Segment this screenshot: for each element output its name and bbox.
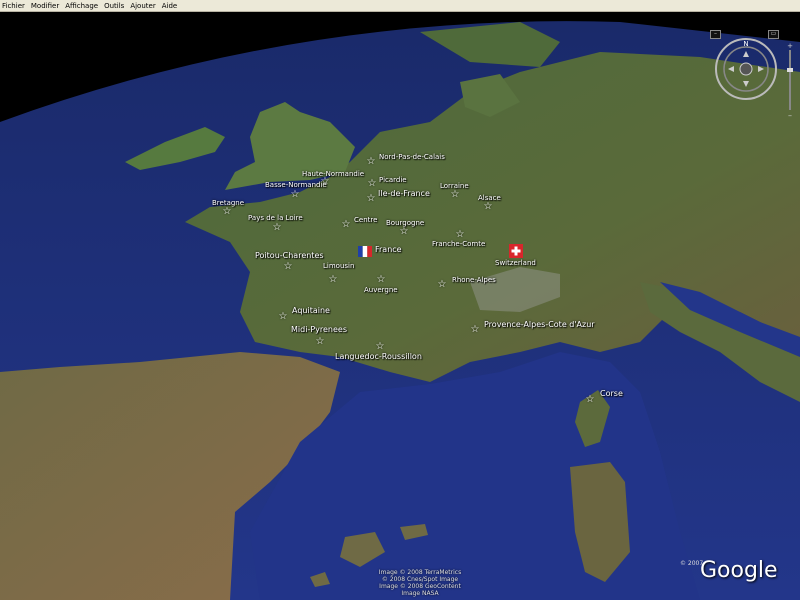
region-label[interactable]: Provence-Alpes-Cote d'Azur: [484, 320, 595, 329]
menu-ajouter[interactable]: Ajouter: [130, 2, 155, 10]
region-label[interactable]: Lorraine: [440, 182, 469, 190]
earth-viewport[interactable]: ☆ Nord-Pas-de-Calais ☆ Haute-Normandie ☆…: [0, 12, 800, 600]
attribution-line: Image © 2008 GeoContent: [379, 583, 461, 590]
star-marker-icon[interactable]: ☆: [375, 342, 385, 352]
region-label[interactable]: Haute-Normandie: [302, 170, 364, 178]
region-label[interactable]: Poitou-Charentes: [255, 251, 324, 260]
menu-outils[interactable]: Outils: [104, 2, 124, 10]
country-label-france[interactable]: France: [375, 245, 402, 254]
star-marker-icon[interactable]: ☆: [290, 190, 300, 200]
country-label-switzerland[interactable]: Switzerland: [495, 259, 536, 267]
star-marker-icon[interactable]: ☆: [455, 230, 465, 240]
star-marker-icon[interactable]: ☆: [366, 194, 376, 204]
star-marker-icon[interactable]: ☆: [328, 275, 338, 285]
menu-modifier[interactable]: Modifier: [31, 2, 59, 10]
region-label[interactable]: Basse-Normandie: [265, 181, 327, 189]
star-marker-icon[interactable]: ☆: [399, 227, 409, 237]
attribution-line: Image © 2008 TerraMetrics: [378, 569, 462, 576]
svg-text:–: –: [788, 111, 792, 118]
star-marker-icon[interactable]: ☆: [585, 395, 595, 405]
region-label[interactable]: Pays de la Loire: [248, 214, 303, 222]
star-marker-icon[interactable]: ☆: [450, 190, 460, 200]
star-marker-icon[interactable]: ☆: [470, 325, 480, 335]
star-marker-icon[interactable]: ☆: [376, 275, 386, 285]
region-label[interactable]: Alsace: [478, 194, 501, 202]
region-label[interactable]: Bourgogne: [386, 219, 424, 227]
region-label[interactable]: Corse: [600, 389, 623, 398]
star-marker-icon[interactable]: ☆: [222, 207, 232, 217]
region-label[interactable]: Ile-de-France: [378, 189, 430, 198]
google-logo: Google: [700, 558, 778, 583]
star-marker-icon[interactable]: ☆: [483, 202, 493, 212]
region-label[interactable]: Limousin: [323, 262, 354, 270]
region-label[interactable]: Picardie: [379, 176, 407, 184]
region-label[interactable]: Nord-Pas-de-Calais: [379, 153, 445, 161]
region-label[interactable]: Auvergne: [364, 286, 398, 294]
zoom-slider-icon[interactable]: + –: [786, 42, 794, 118]
star-marker-icon[interactable]: ☆: [367, 179, 377, 189]
region-label[interactable]: Aquitaine: [292, 306, 330, 315]
satellite-map[interactable]: [0, 12, 800, 600]
france-flag-icon[interactable]: [358, 246, 372, 257]
menu-aide[interactable]: Aide: [162, 2, 177, 10]
star-marker-icon[interactable]: ☆: [341, 220, 351, 230]
star-marker-icon[interactable]: ☆: [315, 337, 325, 347]
svg-text:N: N: [743, 40, 748, 48]
attribution-line: Image NASA: [401, 590, 439, 597]
navigation-compass-icon[interactable]: N: [714, 37, 778, 101]
star-marker-icon[interactable]: ☆: [283, 262, 293, 272]
menu-fichier[interactable]: Fichier: [2, 2, 25, 10]
switzerland-flag-icon[interactable]: [509, 244, 523, 258]
region-label[interactable]: Midi-Pyrenees: [291, 325, 347, 334]
menu-affichage[interactable]: Affichage: [65, 2, 98, 10]
imagery-attribution: Image © 2008 TerraMetrics © 2008 Cnes/Sp…: [340, 569, 500, 597]
attribution-line: © 2008 Cnes/Spot Image: [381, 576, 459, 583]
region-label[interactable]: Rhone-Alpes: [452, 276, 496, 284]
region-label[interactable]: Franche-Comte: [432, 240, 485, 248]
star-marker-icon[interactable]: ☆: [272, 223, 282, 233]
region-label[interactable]: Bretagne: [212, 199, 244, 207]
region-label[interactable]: Languedoc-Roussillon: [335, 352, 422, 361]
menu-bar: Fichier Modifier Affichage Outils Ajoute…: [0, 0, 800, 12]
svg-text:+: +: [787, 42, 793, 50]
star-marker-icon[interactable]: ☆: [366, 157, 376, 167]
star-marker-icon[interactable]: ☆: [278, 312, 288, 322]
star-marker-icon[interactable]: ☆: [437, 280, 447, 290]
region-label[interactable]: Centre: [354, 216, 377, 224]
